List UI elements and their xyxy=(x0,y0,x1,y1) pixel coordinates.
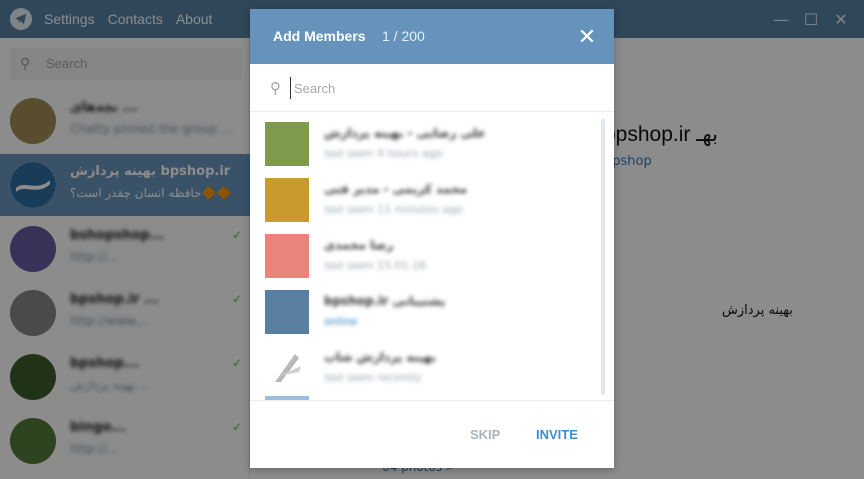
avatar xyxy=(265,122,309,166)
member-status: last seen 4 hours ago xyxy=(324,147,443,160)
member-search: ⚲ xyxy=(250,64,614,112)
member-name: بهینه پردازش شاپ xyxy=(324,350,436,364)
avatar xyxy=(265,290,309,334)
search-icon: ⚲ xyxy=(270,79,281,97)
member-name: bpshop.ir پشتیبانی xyxy=(324,294,446,308)
member-name: محمد کریمی - مدیر فنی xyxy=(324,182,468,196)
member-list-scrollbar[interactable] xyxy=(601,119,605,395)
invite-button[interactable]: INVITE xyxy=(526,417,588,451)
dialog-title: Add Members xyxy=(273,28,366,44)
member-row[interactable]: bpshop.ir پشتیبانی online xyxy=(250,284,600,340)
close-icon[interactable]: ✕ xyxy=(572,22,602,52)
selected-count: 1 / 200 xyxy=(382,28,425,44)
member-row[interactable]: محمد کریمی - مدیر فنی last seen 11 minut… xyxy=(250,172,600,228)
member-status: last seen 15.01.16 xyxy=(324,259,427,272)
member-row[interactable]: رضا محمدی last seen 15.01.16 xyxy=(250,228,600,284)
member-status: last seen 11 minutes ago xyxy=(324,203,464,216)
member-status: online xyxy=(324,315,358,328)
member-list: علی رضایی - بهینه پردازش last seen 4 hou… xyxy=(250,113,614,400)
avatar xyxy=(265,178,309,222)
member-status: last seen recently xyxy=(324,371,422,384)
member-search-input[interactable] xyxy=(290,77,590,99)
dialog-header: Add Members 1 / 200 ✕ xyxy=(250,9,614,64)
member-row[interactable]: علی رضایی - بهینه پردازش last seen 4 hou… xyxy=(250,116,600,172)
skip-button[interactable]: SKIP xyxy=(460,417,510,451)
avatar xyxy=(265,234,309,278)
member-name: رضا محمدی xyxy=(324,238,394,252)
dialog-footer: SKIP INVITE xyxy=(250,400,614,468)
add-members-dialog: Add Members 1 / 200 ✕ ⚲ علی رضایی - بهین… xyxy=(250,9,614,468)
member-name: علی رضایی - بهینه پردازش xyxy=(324,126,486,140)
avatar xyxy=(265,346,309,390)
member-row[interactable]: بهینه پردازش شاپ last seen recently xyxy=(250,340,600,396)
